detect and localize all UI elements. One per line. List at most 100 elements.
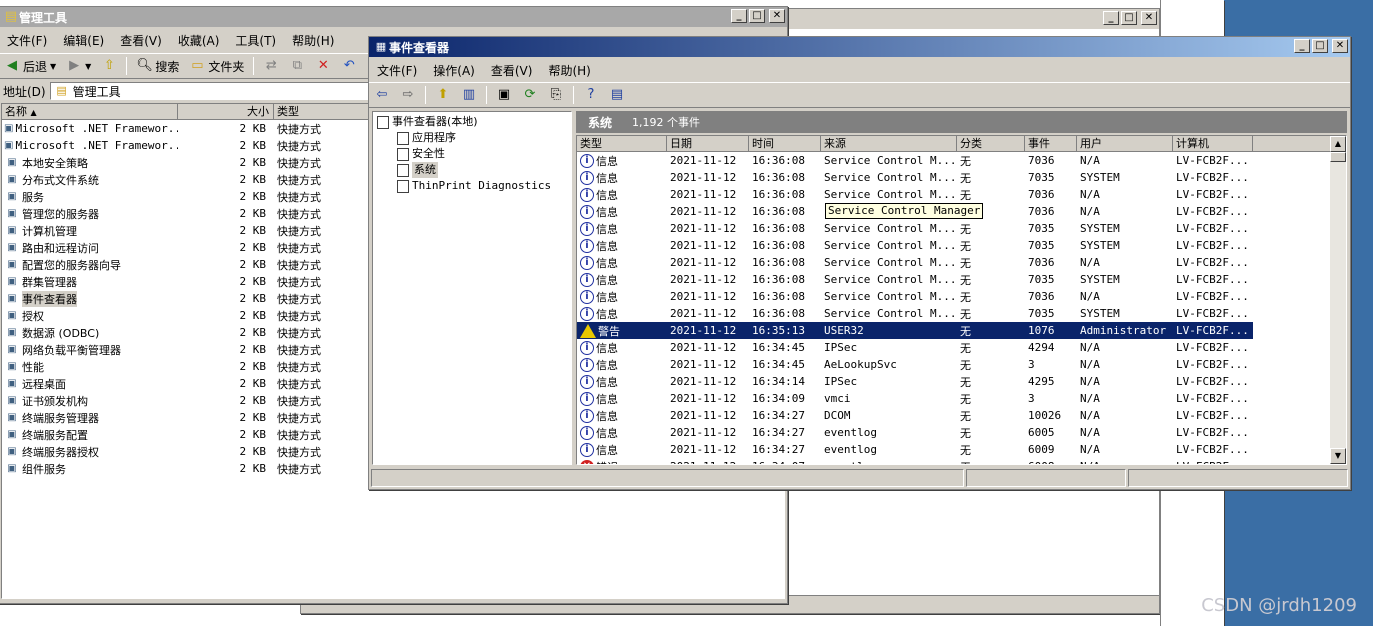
maximize-button[interactable]: □	[1121, 11, 1137, 25]
menu-file[interactable]: 文件(F)	[369, 62, 425, 79]
file-name-cell: ▣ 管理您的服务器	[2, 206, 178, 222]
event-type-cell: i 信息	[577, 408, 667, 424]
event-row[interactable]: i 信息 2021-11-12 16:36:08 Service Control M..…	[577, 288, 1253, 305]
forward-button[interactable]: ⇨	[395, 87, 421, 103]
tree-root[interactable]: 事件查看器(本地)	[377, 114, 567, 130]
column-name[interactable]: 名称 ▲	[2, 104, 178, 120]
console-button[interactable]: ▤	[604, 87, 630, 103]
menu-edit[interactable]: 编辑(E)	[55, 32, 112, 49]
file-name: 配置您的服务器向导	[22, 258, 121, 272]
move-to-button[interactable]: ⇄	[258, 58, 284, 74]
column-source[interactable]: 来源	[821, 136, 957, 152]
back-button[interactable]: ⇦	[369, 87, 395, 103]
minimize-button[interactable]: _	[731, 9, 747, 23]
menu-view[interactable]: 查看(V)	[483, 62, 541, 79]
copy-to-button[interactable]: ⧉	[284, 58, 310, 74]
event-row[interactable]: i 信息 2021-11-12 16:34:27 eventlog 无 6009 N/A LV-…	[577, 441, 1253, 458]
properties-button[interactable]: ▣	[491, 87, 517, 103]
event-row[interactable]: i 信息 2021-11-12 16:36:08 Service Control M..…	[577, 186, 1253, 203]
event-time: 16:36:08	[752, 256, 805, 269]
column-time[interactable]: 时间	[749, 136, 821, 152]
column-computer[interactable]: 计算机	[1173, 136, 1253, 152]
event-type-cell: i 信息	[577, 221, 667, 237]
up-level-button[interactable]: ⬆	[430, 87, 456, 103]
event-row[interactable]: i 信息 2021-11-12 16:36:08 Service Control M..…	[577, 271, 1253, 288]
event-category: 无	[960, 171, 971, 185]
close-button[interactable]: ✕	[1332, 39, 1348, 53]
tree-pane[interactable]: 事件查看器(本地) 应用程序 安全性 系统 ThinPrint Diagnost…	[372, 111, 572, 465]
event-list[interactable]: 类型 日期 时间 来源 分类 事件 用户 计算机 i 信息 2021-11-12 16…	[576, 135, 1347, 465]
file-type: 快捷方式	[277, 241, 321, 255]
menu-help[interactable]: 帮助(H)	[284, 32, 342, 49]
menu-favorites[interactable]: 收藏(A)	[170, 32, 228, 49]
event-row[interactable]: i 信息 2021-11-12 16:36:08 Service Control M..…	[577, 152, 1253, 169]
tree-item-application[interactable]: 应用程序	[377, 130, 567, 146]
menu-action[interactable]: 操作(A)	[425, 62, 483, 79]
event-viewer-titlebar[interactable]: ▦ 事件查看器 _ □ ✕	[369, 37, 1350, 57]
tree-item-thinprint[interactable]: ThinPrint Diagnostics	[377, 178, 567, 194]
menu-view[interactable]: 查看(V)	[112, 32, 170, 49]
event-row[interactable]: i 信息 2021-11-12 16:36:08 Service Control M..…	[577, 305, 1253, 322]
minimize-button[interactable]: _	[1294, 39, 1310, 53]
export-list-button[interactable]: ⎘	[543, 87, 569, 103]
event-source: IPSec	[824, 341, 858, 354]
menu-help[interactable]: 帮助(H)	[540, 62, 598, 79]
forward-arrow-icon: ▶	[69, 58, 80, 73]
delete-x-icon: ✕	[317, 58, 329, 73]
event-viewer-menubar: 文件(F) 操作(A) 查看(V) 帮助(H)	[369, 59, 1350, 81]
event-row[interactable]: i 信息 2021-11-12 16:36:08 Service Control M..…	[577, 237, 1253, 254]
event-list-scrollbar[interactable]: ▲ ▼	[1330, 136, 1346, 464]
show-hide-tree-button[interactable]: ▥	[456, 87, 482, 103]
up-button[interactable]: ⇧	[96, 58, 122, 74]
column-size[interactable]: 大小	[178, 104, 274, 120]
column-type[interactable]: 类型	[274, 104, 382, 120]
menu-tools[interactable]: 工具(T)	[227, 32, 284, 49]
event-row[interactable]: 警告 2021-11-12 16:35:13 USER32 无 1076 Administr…	[577, 322, 1253, 339]
event-row[interactable]: i 信息 2021-11-12 16:34:09 vmci 无 3 N/A LV-FCB2F..…	[577, 390, 1253, 407]
tree-item-security[interactable]: 安全性	[377, 146, 567, 162]
menu-file[interactable]: 文件(F)	[0, 32, 55, 49]
admin-folder-icon: ▤	[56, 84, 67, 97]
scroll-thumb[interactable]	[1330, 152, 1346, 162]
admin-tools-titlebar[interactable]: ▤ 管理工具 _ □ ✕	[0, 7, 787, 27]
event-date: 2021-11-12	[670, 171, 737, 184]
event-row[interactable]: i 信息 2021-11-12 16:34:27 DCOM 无 10026 N/A LV-FCB…	[577, 407, 1253, 424]
refresh-button[interactable]: ⟳	[517, 87, 543, 103]
scroll-up-button[interactable]: ▲	[1330, 136, 1346, 152]
event-row[interactable]: ✕错误2021-11-1216:34:07eventlog无6008N/ALV-…	[577, 458, 1253, 464]
maximize-button[interactable]: □	[749, 9, 765, 23]
delete-button[interactable]: ✕	[310, 58, 336, 74]
event-row[interactable]: i 信息 2021-11-12 16:34:27 eventlog 无 6005 N/A LV-…	[577, 424, 1253, 441]
search-button[interactable]: 🔍︎ 搜索	[131, 58, 184, 75]
event-row[interactable]: i 信息 2021-11-12 16:34:14 IPSec 无 4295 N/A LV-FCB…	[577, 373, 1253, 390]
file-name: 远程桌面	[22, 377, 66, 391]
forward-button[interactable]: ▶ ▼	[61, 58, 96, 74]
tree-item-system[interactable]: 系统	[377, 162, 567, 178]
event-computer: LV-FCB2F...	[1176, 239, 1249, 252]
undo-button[interactable]: ↶	[336, 58, 362, 74]
event-row[interactable]: i 信息 2021-11-12 16:34:45 AeLookupSvc 无 3 N/A LV-…	[577, 356, 1253, 373]
column-category[interactable]: 分类	[957, 136, 1025, 152]
column-event[interactable]: 事件	[1025, 136, 1077, 152]
event-row[interactable]: i 信息 2021-11-12 16:34:45 IPSec 无 4294 N/A LV-FCB…	[577, 339, 1253, 356]
column-user[interactable]: 用户	[1077, 136, 1173, 152]
maximize-button[interactable]: □	[1312, 39, 1328, 53]
close-button[interactable]: ✕	[1141, 11, 1157, 25]
event-row[interactable]: i 信息 2021-11-12 16:36:08 Service Control M..…	[577, 169, 1253, 186]
scroll-down-button[interactable]: ▼	[1330, 448, 1346, 464]
event-viewer-window[interactable]: ▦ 事件查看器 _ □ ✕ 文件(F) 操作(A) 查看(V) 帮助(H) ⇦ …	[368, 36, 1351, 490]
column-type[interactable]: 类型	[577, 136, 667, 152]
close-button[interactable]: ✕	[769, 9, 785, 23]
event-row[interactable]: i 信息 2021-11-12 16:36:08 Service Control M..…	[577, 254, 1253, 271]
minimize-button[interactable]: _	[1103, 11, 1119, 25]
help-button[interactable]: ?	[578, 87, 604, 103]
event-row[interactable]: i 信息 2021-11-12 16:36:08 Service Control M..…	[577, 220, 1253, 237]
event-source: Service Control M...	[824, 273, 957, 286]
column-date[interactable]: 日期	[667, 136, 749, 152]
file-size: 2 KB	[239, 122, 267, 135]
shortcut-icon: ▣	[4, 122, 14, 134]
event-event: 7035	[1028, 222, 1055, 235]
event-type: 信息	[596, 256, 618, 270]
back-button[interactable]: ◀ 后退 ▼	[0, 58, 61, 75]
folders-button[interactable]: ▭ 文件夹	[184, 58, 249, 75]
